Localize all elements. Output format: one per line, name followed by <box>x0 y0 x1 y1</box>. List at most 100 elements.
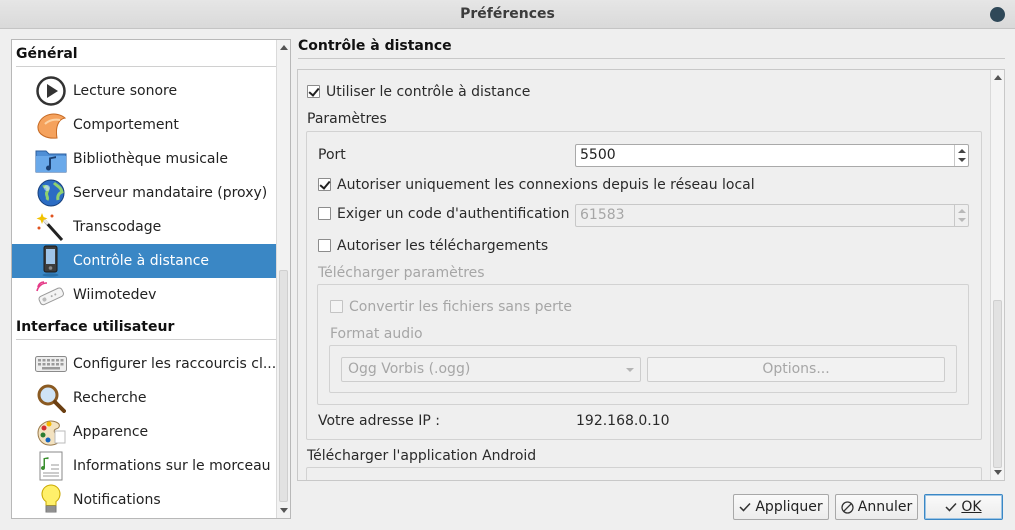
auth-code-checkbox[interactable]: Exiger un code d'authentification <box>318 206 569 222</box>
sidebar-item-appearance[interactable]: Apparence <box>12 415 277 449</box>
android-group-box <box>306 467 982 480</box>
audio-format-label: Format audio <box>330 326 423 342</box>
sidebar-item-label: Notifications <box>73 492 161 508</box>
checkmark-icon <box>945 502 957 512</box>
sidebar-item-transcoding[interactable]: Transcodage <box>12 210 277 244</box>
checkbox-unchecked-icon[interactable] <box>330 300 343 313</box>
apply-button[interactable]: Appliquer <box>733 494 829 520</box>
audio-format-select[interactable]: Ogg Vorbis (.ogg) <box>341 357 641 382</box>
scrollbar-thumb[interactable] <box>993 300 1002 468</box>
params-section-label: Paramètres <box>307 111 387 127</box>
sidebar-item-label: Bibliothèque musicale <box>73 151 228 167</box>
scroll-down-icon[interactable] <box>994 470 1002 475</box>
sidebar-item-label: Contrôle à distance <box>73 253 210 269</box>
increment-icon[interactable] <box>958 149 966 153</box>
lightbulb-icon <box>34 483 68 517</box>
port-label: Port <box>318 147 346 163</box>
port-stepper[interactable] <box>954 145 968 166</box>
audio-format-value: Ogg Vorbis (.ogg) <box>348 361 471 377</box>
sidebar-group-general: Général <box>16 46 78 62</box>
sidebar-item-label: Serveur mandataire (proxy) <box>73 185 268 201</box>
title-separator <box>298 58 1005 59</box>
sidebar-item-wiimotedev[interactable]: Wiimotedev <box>12 278 277 312</box>
auth-code-label: Exiger un code d'authentification <box>337 206 570 222</box>
scrollbar-thumb[interactable] <box>279 270 288 502</box>
ip-label: Votre adresse IP : <box>318 413 440 429</box>
sidebar-item-behavior[interactable]: Comportement <box>12 108 277 142</box>
checkmark-icon <box>739 502 751 512</box>
sidebar-item-label: Informations sur le morceau <box>73 458 271 474</box>
auth-code-spinbox[interactable]: 61583 <box>575 204 969 227</box>
sidebar-item-label: Apparence <box>73 424 149 440</box>
sidebar-group-interface: Interface utilisateur <box>16 319 175 335</box>
magic-wand-icon <box>34 210 68 244</box>
wiimote-icon <box>34 278 68 312</box>
auth-code-stepper[interactable] <box>954 205 968 226</box>
scroll-up-icon[interactable] <box>994 75 1002 80</box>
keyboard-icon <box>34 347 68 381</box>
android-section-label: Télécharger l'application Android <box>307 448 537 464</box>
checkbox-checked-icon[interactable] <box>318 178 331 191</box>
increment-icon[interactable] <box>958 209 966 213</box>
port-spinbox[interactable]: 5500 <box>575 144 969 167</box>
palette-icon <box>34 415 68 449</box>
local-only-label: Autoriser uniquement les connexions depu… <box>337 177 755 193</box>
sidebar-item-label: Wiimotedev <box>73 287 157 303</box>
chevron-down-icon <box>626 368 634 372</box>
sidebar-item-label: Recherche <box>73 390 147 406</box>
sidebar-item-shortcuts[interactable]: Configurer les raccourcis cl... <box>12 347 277 381</box>
remote-control-settings-pane: Utiliser le contrôle à distance Paramètr… <box>297 69 1005 481</box>
search-icon <box>34 381 68 415</box>
sidebar-group-separator <box>16 66 278 67</box>
scroll-down-icon[interactable] <box>280 508 288 513</box>
downloads-checkbox[interactable]: Autoriser les téléchargements <box>318 238 548 254</box>
song-info-icon <box>34 449 68 483</box>
decrement-icon[interactable] <box>958 158 966 162</box>
sidebar-item-playback[interactable]: Lecture sonore <box>12 74 277 108</box>
ip-value: 192.168.0.10 <box>576 413 670 429</box>
page-title: Contrôle à distance <box>298 38 452 54</box>
downloads-label: Autoriser les téléchargements <box>337 238 549 254</box>
sidebar-group-separator <box>16 339 278 340</box>
checkbox-checked-icon[interactable] <box>307 85 320 98</box>
sidebar-item-search[interactable]: Recherche <box>12 381 277 415</box>
decrement-icon[interactable] <box>958 218 966 222</box>
sidebar-item-remote-control[interactable]: Contrôle à distance <box>12 244 277 278</box>
auth-code-value: 61583 <box>580 207 625 223</box>
preferences-sidebar: Général Lecture sonore Comportement Bibl… <box>11 39 291 519</box>
cancel-label: Annuler <box>857 499 913 515</box>
sidebar-item-label: Transcodage <box>73 219 162 235</box>
local-only-checkbox[interactable]: Autoriser uniquement les connexions depu… <box>318 177 755 193</box>
sidebar-scrollbar[interactable] <box>276 40 290 518</box>
ok-button[interactable]: OK <box>924 494 1003 520</box>
options-button[interactable]: Options... <box>647 357 945 382</box>
use-remote-label: Utiliser le contrôle à distance <box>326 84 531 100</box>
cancel-icon <box>841 500 854 514</box>
ok-label: OK <box>961 499 982 515</box>
play-icon <box>34 74 68 108</box>
port-value: 5500 <box>580 147 616 163</box>
scroll-up-icon[interactable] <box>280 45 288 50</box>
remote-phone-icon <box>34 244 68 278</box>
window-titlebar: Préférences <box>0 0 1015 29</box>
behavior-icon <box>34 108 68 142</box>
convert-lossless-checkbox[interactable]: Convertir les fichiers sans perte <box>330 299 572 315</box>
use-remote-checkbox[interactable]: Utiliser le contrôle à distance <box>307 84 530 100</box>
sidebar-item-music-library[interactable]: Bibliothèque musicale <box>12 142 277 176</box>
sidebar-item-proxy[interactable]: Serveur mandataire (proxy) <box>12 176 277 210</box>
sidebar-item-label: Lecture sonore <box>73 83 178 99</box>
apply-label: Appliquer <box>755 499 823 515</box>
cancel-button[interactable]: Annuler <box>835 494 918 520</box>
convert-lossless-label: Convertir les fichiers sans perte <box>349 299 572 315</box>
close-icon[interactable] <box>990 7 1005 22</box>
sidebar-item-label: Comportement <box>73 117 179 133</box>
music-folder-icon <box>34 142 68 176</box>
checkbox-unchecked-icon[interactable] <box>318 207 331 220</box>
download-params-label: Télécharger paramètres <box>318 265 485 281</box>
pane-scrollbar[interactable] <box>990 70 1004 480</box>
sidebar-item-notifications[interactable]: Notifications <box>12 483 277 517</box>
checkbox-unchecked-icon[interactable] <box>318 239 331 252</box>
sidebar-item-label: Configurer les raccourcis cl... <box>73 356 277 372</box>
sidebar-item-song-info[interactable]: Informations sur le morceau <box>12 449 277 483</box>
globe-icon <box>34 176 68 210</box>
